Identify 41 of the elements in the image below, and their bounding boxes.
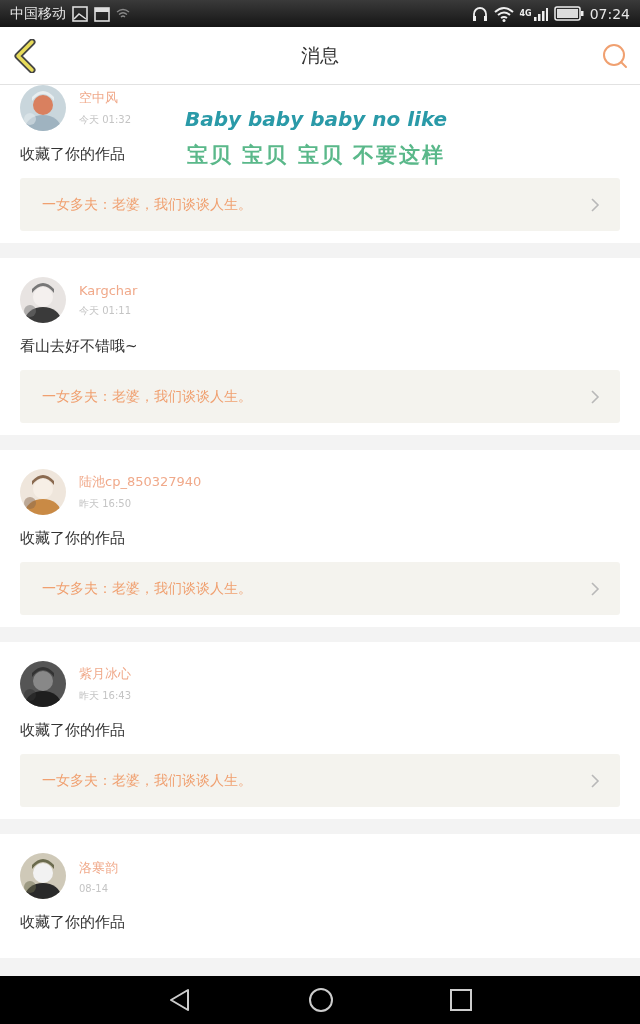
message-text: 收藏了你的作品 [20,721,125,740]
page-title: 消息 [301,42,339,68]
battery-icon [553,6,584,21]
back-icon[interactable] [12,38,38,73]
chevron-icon [591,389,600,404]
message-text: 看山去好不错哦~ [20,337,138,356]
clock: 07:24 [589,5,630,22]
work-link[interactable]: 一女多夫：老婆，我们谈谈人生。 [20,178,620,231]
chevron-icon [591,197,600,212]
message-text: 收藏了你的作品 [20,529,125,548]
sticker-text: 宝贝 宝贝 宝贝 不要这样 [187,142,446,169]
work-link[interactable]: 一女多夫：老婆，我们谈谈人生。 [20,370,620,423]
user-name[interactable]: 空中风 [79,89,131,107]
work-link[interactable]: 一女多夫：老婆，我们谈谈人生。 [20,562,620,615]
work-title: 一女多夫：老婆，我们谈谈人生。 [42,195,252,214]
user-name[interactable]: 紫月冰心 [79,665,131,683]
work-title: 一女多夫：老婆，我们谈谈人生。 [42,579,252,598]
home-icon[interactable] [308,987,334,1013]
sticker-text: Baby baby baby no like [185,107,448,131]
carrier-name: 中国移动 [10,4,66,23]
user-name[interactable]: Kargchar [79,282,138,298]
chevron-icon [591,581,600,596]
work-title: 一女多夫：老婆，我们谈谈人生。 [42,771,252,790]
work-link[interactable]: 一女多夫：老婆，我们谈谈人生。 [20,754,620,807]
network-type: 4G [519,8,532,18]
chevron-icon [591,773,600,788]
image-icon [72,5,88,22]
message-text: 收藏了你的作品 [20,913,125,932]
message-text: 收藏了你的作品 [20,145,125,164]
headphones-icon [471,5,488,22]
work-title: 一女多夫：老婆，我们谈谈人生。 [42,387,252,406]
user-name[interactable]: 陆池cp_850327940 [79,473,202,491]
back-icon[interactable] [168,988,192,1012]
user-name[interactable]: 洛寒韵 [79,858,118,877]
wifi-icon [116,7,130,20]
wifi-icon [493,5,514,22]
signal-icon [533,6,548,21]
calendar-icon [94,5,110,22]
recent-apps-icon[interactable] [450,989,472,1011]
message-time: 08-14 [79,882,110,894]
message-card[interactable]: 洛寒韵 08-14 收藏了你的作品 [0,834,640,958]
